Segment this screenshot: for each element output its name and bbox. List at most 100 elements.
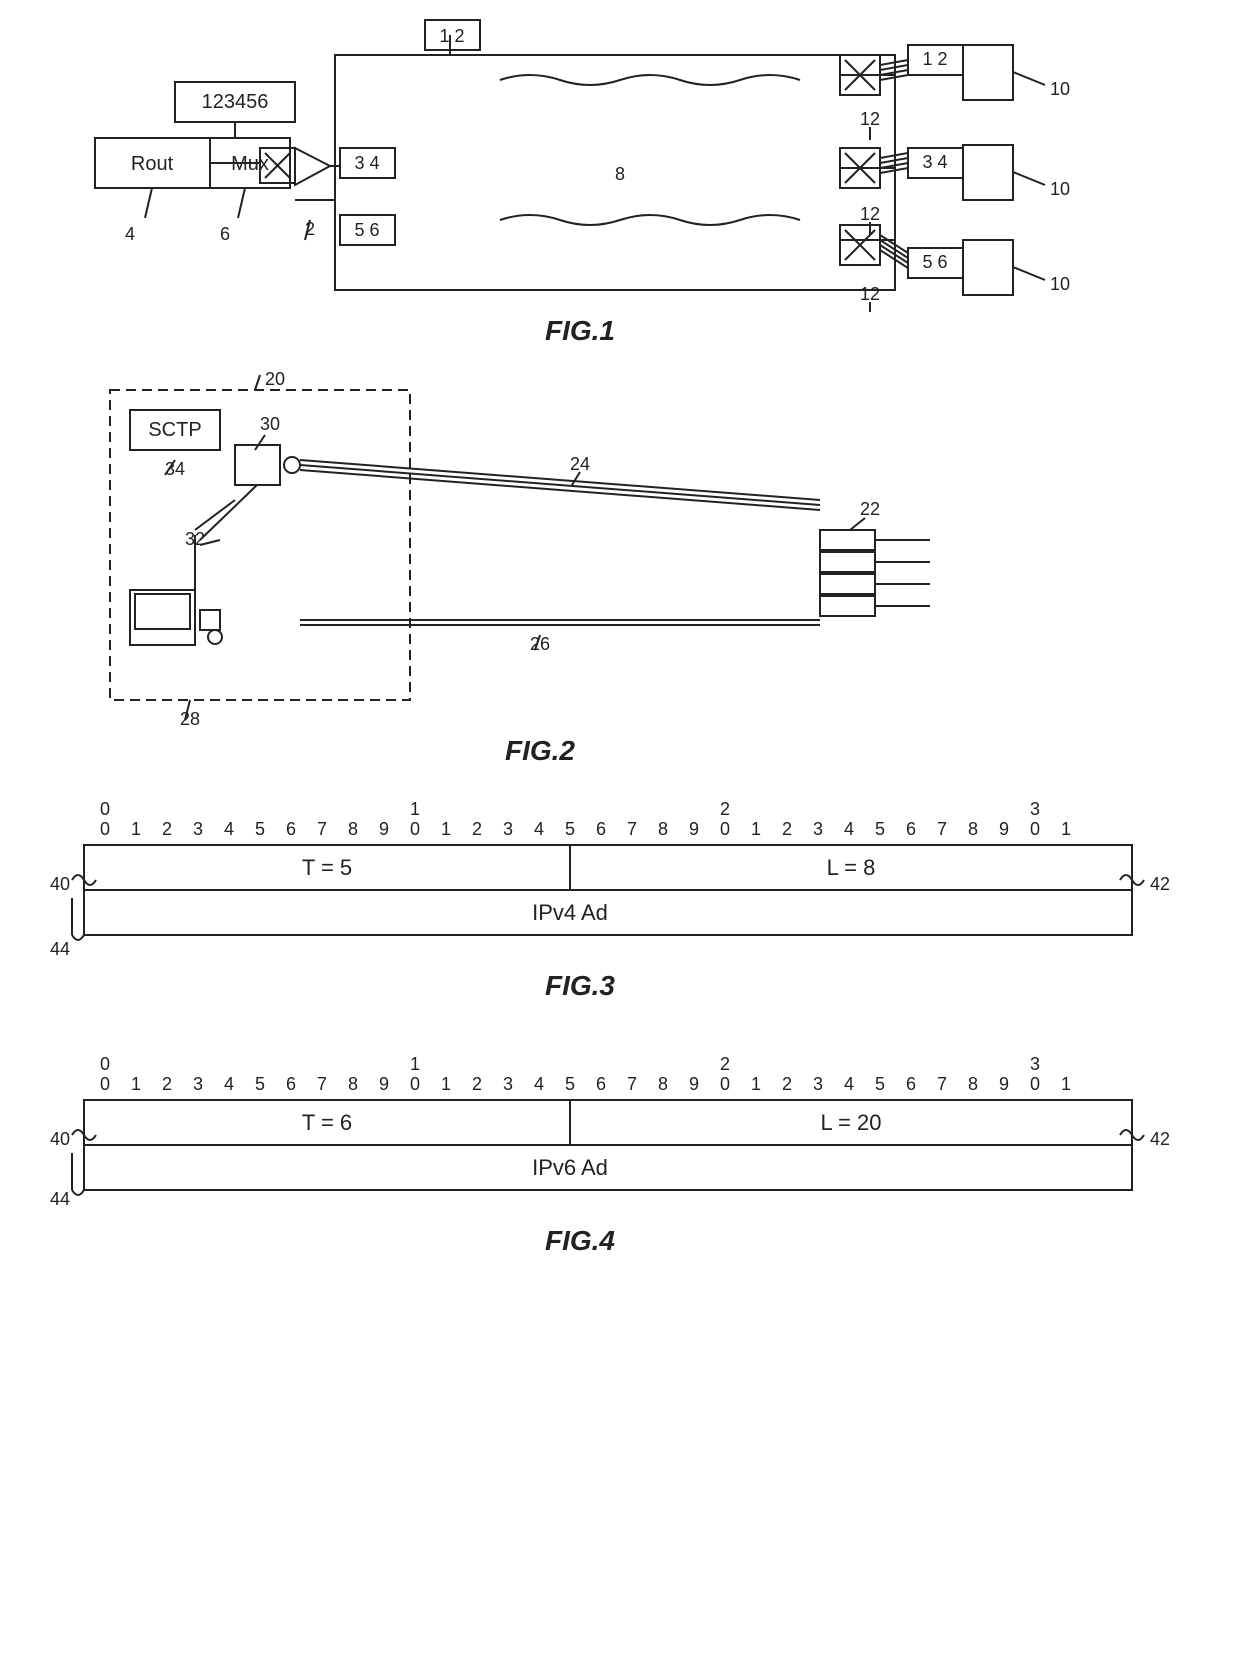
fig1-ref34-r: 3 4 [922, 152, 947, 172]
fig4-ruler-0: 0 [100, 1054, 110, 1074]
fig1-ref10-top: 10 [1050, 79, 1070, 99]
fig4-bit-14: 4 [534, 1074, 544, 1094]
fig4-bit-22: 2 [782, 1074, 792, 1094]
fig2-ref30: 30 [260, 414, 280, 434]
fig1-ref12-r1: 1 2 [922, 49, 947, 69]
fig4-bit-02: 2 [162, 1074, 172, 1094]
fig3-bit-14: 4 [534, 819, 544, 839]
fig3-label: FIG.3 [545, 970, 615, 1001]
fig3-bit-25: 5 [875, 819, 885, 839]
fig3-ref42: 42 [1150, 874, 1170, 894]
fig4-bit-18: 8 [658, 1074, 668, 1094]
fig3-bit-17: 7 [627, 819, 637, 839]
fig2-ref22: 22 [860, 499, 880, 519]
fig3-bit-13: 3 [503, 819, 513, 839]
fig4-bit-21: 1 [751, 1074, 761, 1094]
fig3-bit-20: 0 [720, 819, 730, 839]
fig3-bit-22: 2 [782, 819, 792, 839]
fig4-bit-29: 9 [999, 1074, 1009, 1094]
fig1-ref12-top: 1 2 [439, 26, 464, 46]
fig3-bit-10: 0 [410, 819, 420, 839]
fig1-ref6: 6 [220, 224, 230, 244]
fig1-label-34: 3 4 [354, 153, 379, 173]
fig1-label: FIG.1 [545, 315, 615, 346]
fig3-ipv4-label: IPv4 Ad [532, 900, 608, 925]
fig4-bit-11: 1 [441, 1074, 451, 1094]
fig2-sctp-label: SCTP [148, 419, 201, 441]
fig1-ref56-r: 5 6 [922, 252, 947, 272]
fig1-ref12-mid1: 12 [860, 109, 880, 129]
fig3-bit-15: 5 [565, 819, 575, 839]
fig4-ruler-3: 3 [1030, 1054, 1040, 1074]
fig4-bit-08: 8 [348, 1074, 358, 1094]
fig3-bit-18: 8 [658, 819, 668, 839]
fig3-bit-19: 9 [689, 819, 699, 839]
fig3-l8-label: L = 8 [827, 855, 876, 880]
fig3-bit-01: 1 [131, 819, 141, 839]
fig1-ref4: 4 [125, 224, 135, 244]
fig4-bit-20: 0 [720, 1074, 730, 1094]
fig4-ipv6-label: IPv6 Ad [532, 1155, 608, 1180]
fig3-bit-07: 7 [317, 819, 327, 839]
fig4-bit-28: 8 [968, 1074, 978, 1094]
fig4-ref42: 42 [1150, 1129, 1170, 1149]
fig4-bit-31: 1 [1061, 1074, 1071, 1094]
fig1-ref10-mid: 10 [1050, 179, 1070, 199]
fig4-bit-24: 4 [844, 1074, 854, 1094]
fig4-bit-30: 0 [1030, 1074, 1040, 1094]
fig3-bit-29: 9 [999, 819, 1009, 839]
fig4-l20-label: L = 20 [821, 1110, 882, 1135]
fig2-ref20: 20 [265, 369, 285, 389]
fig3-bit-03: 3 [193, 819, 203, 839]
fig4-bit-23: 3 [813, 1074, 823, 1094]
fig4-t6-label: T = 6 [302, 1110, 352, 1135]
fig3-bit-11: 1 [441, 819, 451, 839]
fig4-bit-26: 6 [906, 1074, 916, 1094]
fig3-ref40: 40 [50, 874, 70, 894]
fig4-bit-17: 7 [627, 1074, 637, 1094]
fig4-bit-10: 0 [410, 1074, 420, 1094]
fig1-ref8: 8 [615, 164, 625, 184]
fig4-bit-25: 5 [875, 1074, 885, 1094]
fig3-bit-12: 2 [472, 819, 482, 839]
fig4-ruler-2: 2 [720, 1054, 730, 1074]
fig4-label: FIG.4 [545, 1225, 615, 1256]
fig4-bit-03: 3 [193, 1074, 203, 1094]
fig3-bit-21: 1 [751, 819, 761, 839]
fig4-ref40: 40 [50, 1129, 70, 1149]
diagram-svg: Rout 4 Mux 6 123456 1 2 3 4 5 6 8 1 2 [0, 0, 1240, 1661]
fig4-bit-06: 6 [286, 1074, 296, 1094]
fig3-ruler-2: 2 [720, 799, 730, 819]
fig3-bit-30: 0 [1030, 819, 1040, 839]
fig3-ruler-3: 3 [1030, 799, 1040, 819]
fig3-bit-00: 0 [100, 819, 110, 839]
router-label: Rout [131, 153, 174, 175]
fig2-label: FIG.2 [505, 735, 575, 766]
fig4-bit-15: 5 [565, 1074, 575, 1094]
fig3-ruler-0: 0 [100, 799, 110, 819]
fig3-bit-06: 6 [286, 819, 296, 839]
fig3-bit-04: 4 [224, 819, 234, 839]
fig2-ref28: 28 [180, 709, 200, 729]
fig3-bit-16: 6 [596, 819, 606, 839]
fig3-bit-05: 5 [255, 819, 265, 839]
fig3-bit-23: 3 [813, 819, 823, 839]
fig1-ref12-bot: 12 [860, 284, 880, 304]
fig3-bit-28: 8 [968, 819, 978, 839]
fig4-bit-07: 7 [317, 1074, 327, 1094]
fig4-bit-12: 2 [472, 1074, 482, 1094]
fig4-bit-19: 9 [689, 1074, 699, 1094]
fig2-ref24: 24 [570, 454, 590, 474]
fig4-bit-09: 9 [379, 1074, 389, 1094]
fig4-bit-13: 3 [503, 1074, 513, 1094]
fig4-bit-04: 4 [224, 1074, 234, 1094]
fig3-bit-27: 7 [937, 819, 947, 839]
fig4-bit-05: 5 [255, 1074, 265, 1094]
fig1-ref10-bot: 10 [1050, 274, 1070, 294]
fig1-label-123456: 123456 [202, 91, 269, 113]
fig4-bit-01: 1 [131, 1074, 141, 1094]
fig4-bit-27: 7 [937, 1074, 947, 1094]
fig1-ref12-mid2: 12 [860, 204, 880, 224]
fig3-ruler-1: 1 [410, 799, 420, 819]
fig3-bit-08: 8 [348, 819, 358, 839]
